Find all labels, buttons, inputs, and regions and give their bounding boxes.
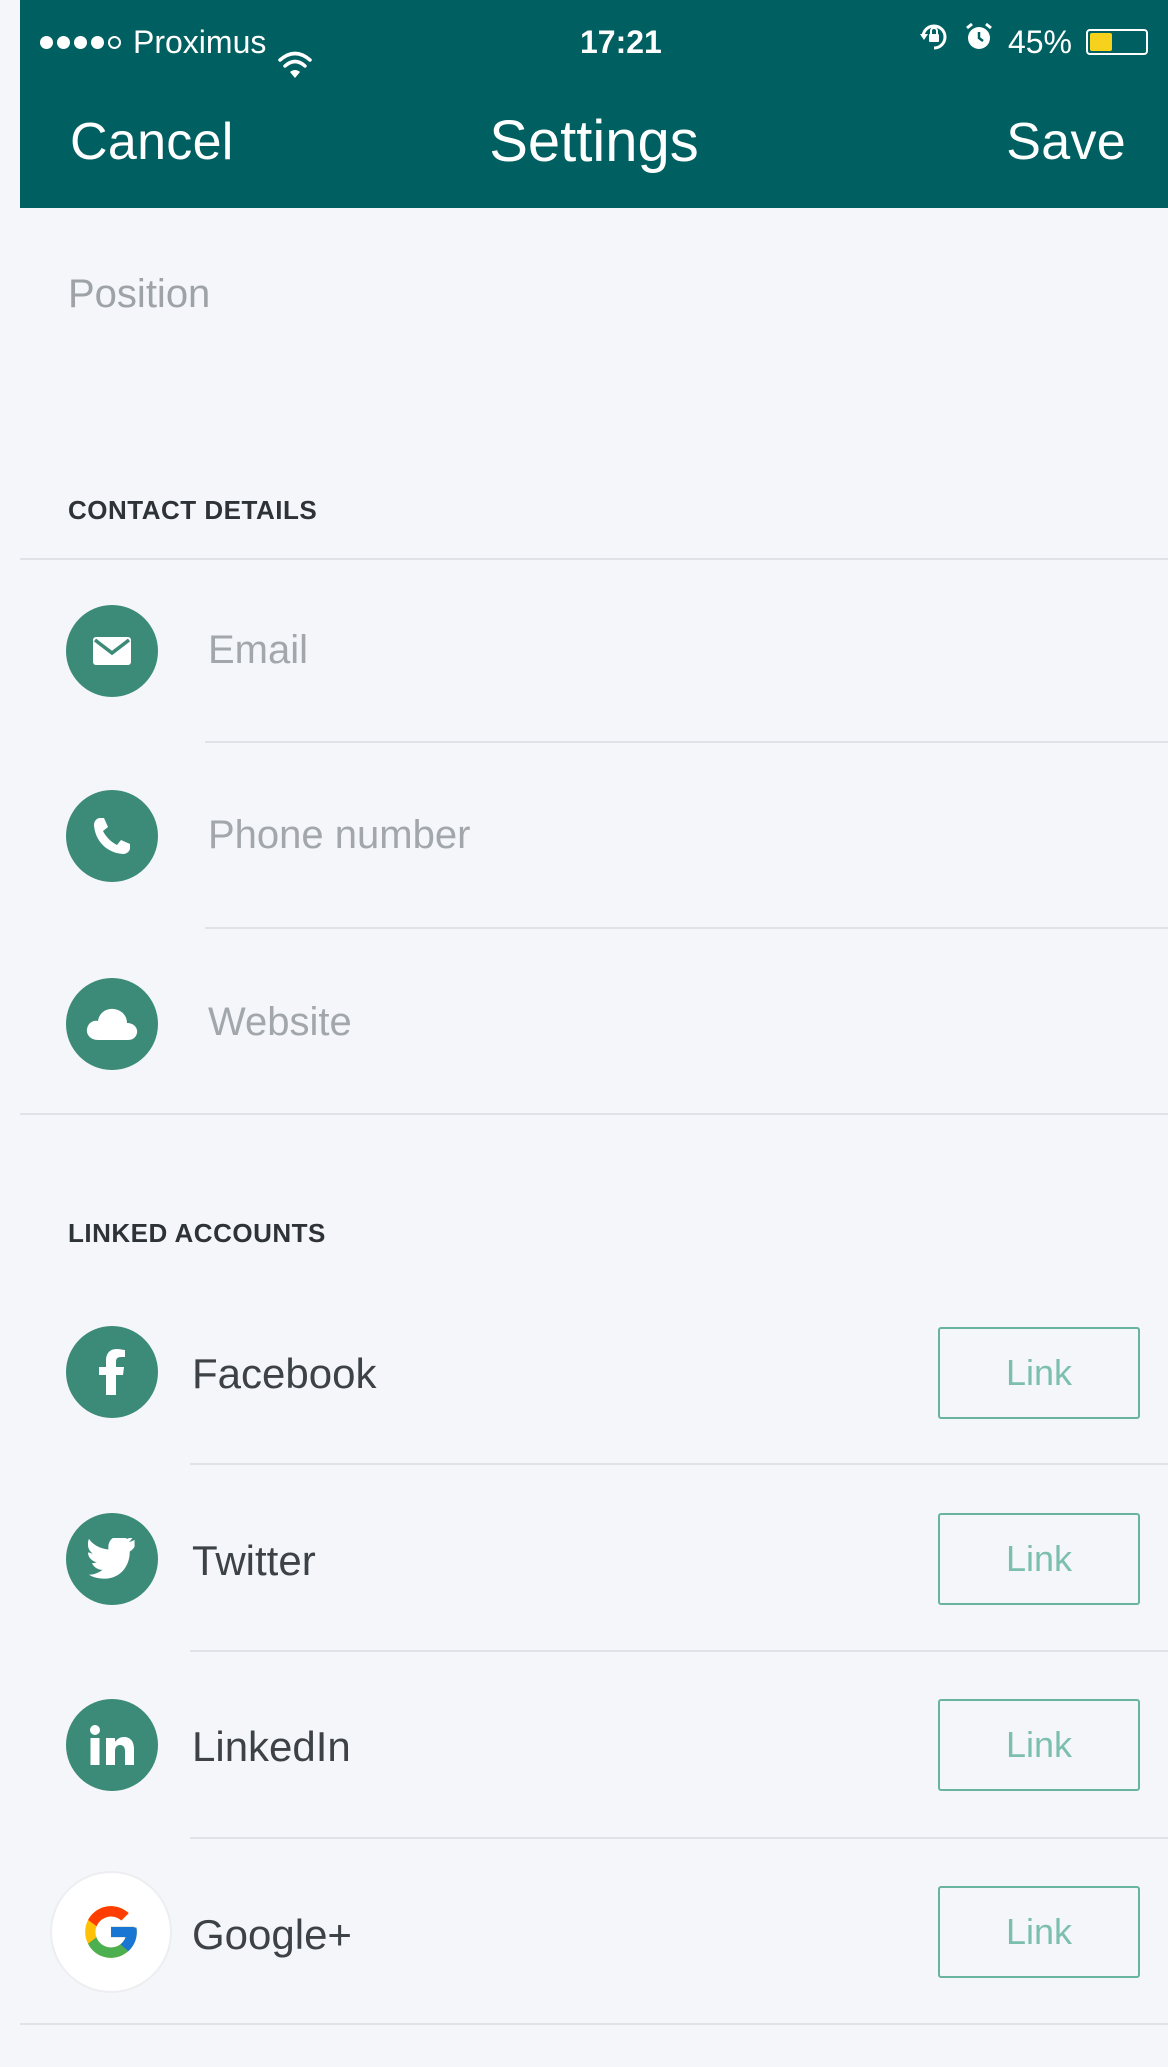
settings-screen: Proximus 17:21 45% Cancel Settings Save …	[0, 0, 1168, 2067]
divider	[190, 1837, 1168, 1839]
position-input[interactable]: Position	[68, 272, 1068, 317]
top-bar: Proximus 17:21 45% Cancel Settings Save	[20, 0, 1168, 208]
link-google-button[interactable]: Link	[938, 1886, 1140, 1978]
google-icon	[52, 1873, 170, 1991]
status-time: 17:21	[580, 24, 662, 60]
phone-number-field[interactable]: Phone number	[208, 813, 470, 858]
wifi-icon	[278, 27, 313, 78]
battery-level-fill	[1090, 33, 1113, 51]
save-button[interactable]: Save	[1006, 112, 1126, 172]
divider	[205, 927, 1168, 929]
linked-accounts-header: LINKED ACCOUNTS	[68, 1218, 326, 1248]
link-linkedin-button[interactable]: Link	[938, 1699, 1140, 1791]
divider	[20, 1113, 1168, 1115]
email-field[interactable]: Email	[208, 628, 308, 673]
divider	[20, 558, 1168, 560]
status-right-group: 45%	[918, 0, 1148, 84]
google-plus-label: Google+	[192, 1911, 352, 1958]
carrier-name: Proximus	[133, 24, 267, 60]
divider	[205, 741, 1168, 743]
phone-icon	[66, 790, 158, 882]
contact-details-header: CONTACT DETAILS	[68, 495, 318, 525]
signal-dot-icon	[74, 35, 87, 49]
cloud-icon	[66, 978, 158, 1070]
signal-dot-icon	[40, 35, 53, 49]
website-field[interactable]: Website	[208, 1000, 352, 1045]
divider	[20, 2023, 1168, 2025]
link-twitter-button[interactable]: Link	[938, 1513, 1140, 1605]
linkedin-icon	[66, 1699, 158, 1791]
twitter-label: Twitter	[192, 1537, 316, 1584]
signal-dot-icon	[91, 35, 104, 49]
divider	[190, 1463, 1168, 1465]
signal-dot-icon	[57, 35, 70, 49]
signal-strength: Proximus	[40, 0, 313, 84]
facebook-label: Facebook	[192, 1350, 377, 1397]
link-facebook-button[interactable]: Link	[938, 1327, 1140, 1419]
mail-icon	[66, 605, 158, 697]
page-title: Settings	[489, 109, 699, 174]
linkedin-label: LinkedIn	[192, 1723, 351, 1770]
divider	[190, 1650, 1168, 1652]
orientation-lock-icon	[918, 0, 950, 84]
battery-icon	[1086, 29, 1148, 55]
navigation-bar: Cancel Settings Save	[20, 84, 1168, 208]
battery-percent: 45%	[1007, 24, 1072, 60]
facebook-icon	[66, 1326, 158, 1418]
alarm-icon	[964, 0, 994, 84]
signal-dot-empty-icon	[108, 35, 121, 49]
twitter-icon	[66, 1513, 158, 1605]
status-bar: Proximus 17:21 45%	[20, 0, 1168, 84]
